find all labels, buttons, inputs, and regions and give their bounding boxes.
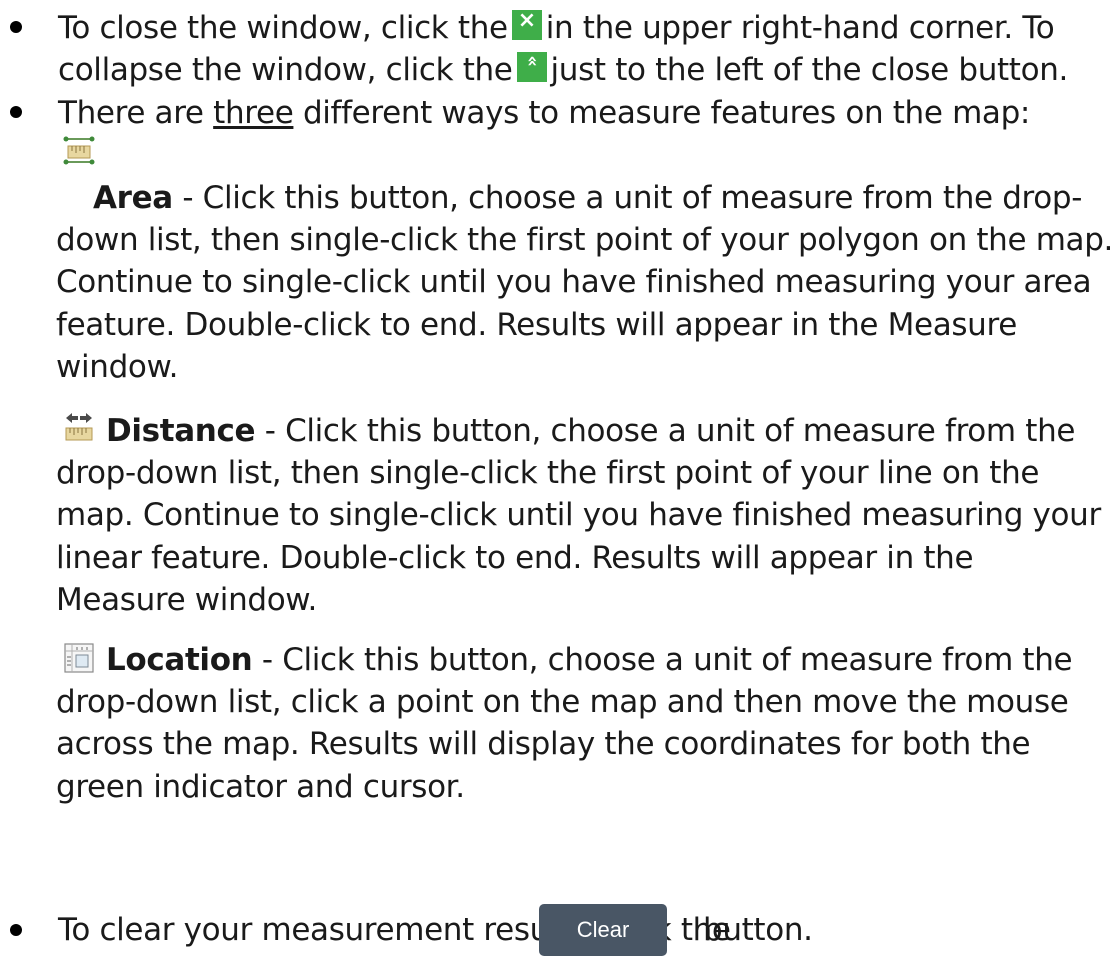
area-measure-icon [63,136,95,165]
collapse-icon: « [516,52,547,82]
location-line-4: green indicator and cursor. [56,769,465,805]
distance-title: Distance [106,413,256,449]
text-collapse-post: just to the left of the close button. [550,52,1069,88]
text-collapse-pre: collapse the window, click the [58,52,513,88]
clear-button[interactable]: Clear [539,904,667,956]
close-instructions-line-2: collapse the window, click the «just to t… [58,50,1068,90]
area-title: Area [93,180,173,216]
text-close-pre: To close the window, click the [58,10,508,46]
location-measure-icon [64,643,94,673]
area-line-1: Area - Click this button, choose a unit … [93,180,1083,216]
location-line-2: drop-down list, click a point on the map… [56,684,1069,720]
distance-line-2: drop-down list, then single-click the fi… [56,455,1040,491]
close-instructions-line-1: To close the window, click the × in the up… [58,8,1055,48]
text-measure-underlined: three [213,95,294,131]
bullet-close-window [8,14,28,34]
document-page: To close the window, click the × in the up… [0,0,1119,959]
text-close-post: in the upper right-hand corner. To [545,10,1055,46]
area-line-4: feature. Double-click to end. Results wi… [56,307,1017,343]
distance-line-1: Distance - Click this button, choose a u… [106,413,1076,449]
measure-ways-line: There are three different ways to measur… [58,93,1030,133]
location-title: Location [106,642,253,678]
location-line-1: Location - Click this button, choose a u… [106,642,1073,678]
clear-text-post: button. [703,912,813,948]
bullet-clear-results [8,917,28,937]
text-measure-post: different ways to measure features on th… [302,95,1030,131]
bullet-measure-ways [8,99,28,119]
text-measure-pre: There are [58,95,204,131]
area-line-3: Continue to single-click until you have … [56,264,1092,300]
close-icon: × [511,8,542,40]
distance-measure-icon [65,413,93,441]
location-line-3: across the map. Results will display the… [56,726,1031,762]
area-line-5: window. [56,349,179,385]
distance-line-4: linear feature. Double-click to end. Res… [56,540,974,576]
area-line-2: down list, then single-click the first p… [56,222,1114,258]
distance-line-3: map. Continue to single-click until you … [56,497,1101,533]
distance-line-5: Measure window. [56,582,317,618]
